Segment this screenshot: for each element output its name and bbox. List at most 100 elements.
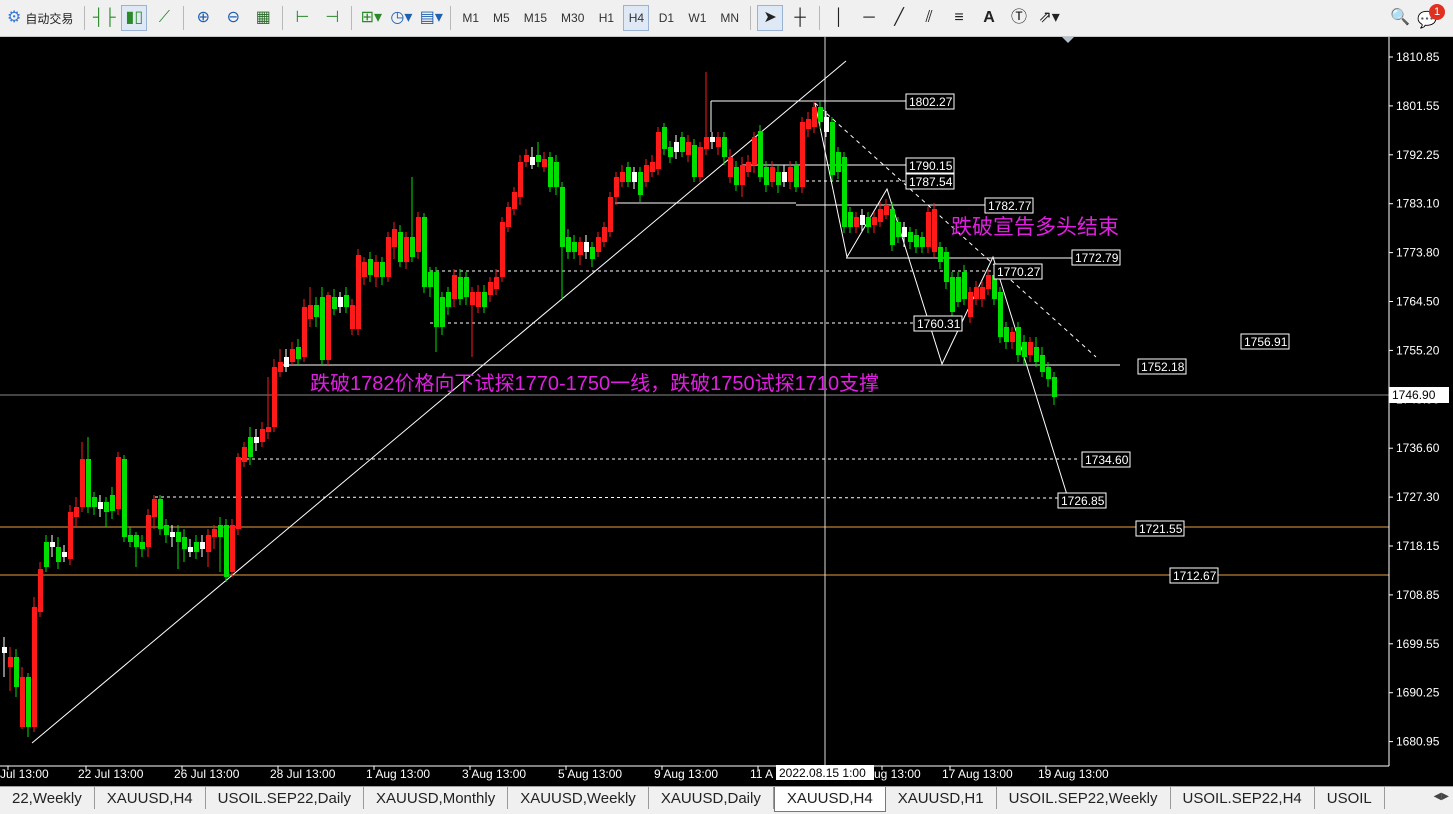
timeframe-h1[interactable]: H1 [593, 5, 619, 31]
candle [62, 545, 67, 562]
candle [338, 292, 343, 313]
price-tick-label: 1801.55 [1396, 99, 1440, 113]
bar-chart-button[interactable]: ┤├ [91, 5, 117, 31]
chart-tab[interactable]: USOIL.SEP22,Weekly [997, 787, 1171, 809]
candle [206, 529, 211, 567]
line-chart-button[interactable]: ⟋ [151, 5, 177, 31]
candle [608, 192, 613, 237]
candle [1022, 335, 1027, 365]
tile-windows-button[interactable]: ▦ [250, 5, 276, 31]
candle [1052, 372, 1057, 405]
timeframe-h4[interactable]: H4 [623, 5, 650, 31]
chart-tab[interactable]: XAUUSD,H4 [773, 787, 886, 812]
candle [74, 497, 79, 527]
chart-tab[interactable]: USOIL [1315, 787, 1385, 809]
time-tick-label: 17 Aug 13:00 [942, 767, 1013, 781]
annotation-bull-end[interactable]: 跌破宣告多头结束 [951, 216, 1119, 239]
timeframe-bar: M1 M5 M15 M30 H1 H4 D1 W1 MN [455, 5, 746, 31]
timeframe-m15[interactable]: M15 [519, 5, 552, 31]
chart-tab[interactable]: USOIL.SEP22,Daily [206, 787, 365, 809]
zoom-in-button[interactable]: ⊕ [190, 5, 216, 31]
candle [800, 117, 805, 193]
candle [482, 285, 487, 313]
vertical-line-button[interactable]: │ [826, 5, 852, 31]
notification-button[interactable]: 💬 1 [1417, 4, 1445, 30]
tab-scroll-arrows[interactable]: ◀▶ [1434, 791, 1449, 802]
text-label-button[interactable]: Ⓣ [1006, 5, 1032, 31]
candle [1004, 322, 1009, 349]
indicators-button[interactable]: ⊞▾ [358, 5, 384, 31]
trendline-button[interactable]: ╱ [886, 5, 912, 31]
time-tick-label: Jul 13:00 [0, 767, 49, 781]
candle [260, 422, 265, 447]
fibonacci-button[interactable]: ≡ [946, 5, 972, 31]
level-label: 1712.67 [1173, 569, 1217, 583]
candle [224, 519, 229, 582]
zoom-out-button[interactable]: ⊖ [220, 5, 246, 31]
candle [734, 161, 739, 191]
chart-tab[interactable]: XAUUSD,H1 [886, 787, 997, 809]
chart-tab[interactable]: USOIL.SEP22,H4 [1171, 787, 1315, 809]
arrows-button[interactable]: ⇗▾ [1036, 5, 1062, 31]
timeframe-mn[interactable]: MN [715, 5, 744, 31]
time-axis: Jul 13:00 22 Jul 13:00 26 Jul 13:00 28 Jul … [0, 765, 1109, 781]
candle [548, 152, 553, 192]
toolbar-separator [450, 6, 452, 30]
candle [848, 207, 853, 233]
chart-tab[interactable]: XAUUSD,Daily [649, 787, 774, 809]
candle [422, 213, 427, 293]
crosshair-icon: ┼ [794, 9, 806, 26]
timeframe-d1[interactable]: D1 [653, 5, 679, 31]
level-label: 1770.27 [997, 265, 1041, 279]
periods-button[interactable]: ◷▾ [388, 5, 414, 31]
candle [434, 267, 439, 352]
timeframe-m30[interactable]: M30 [556, 5, 589, 31]
tile-windows-icon: ▦ [255, 9, 271, 26]
horizontal-line-button[interactable]: ─ [856, 5, 882, 31]
chart-tab[interactable]: XAUUSD,Weekly [508, 787, 649, 809]
templates-button[interactable]: ▤▾ [418, 5, 444, 31]
candle [494, 269, 499, 295]
text-button[interactable]: A [976, 5, 1002, 31]
candle [164, 519, 169, 543]
time-tick-label: 9 Aug 13:00 [654, 767, 718, 781]
price-tick-label: 1792.25 [1396, 148, 1440, 162]
candle [518, 155, 523, 205]
time-tick-label: 1 Aug 13:00 [366, 767, 430, 781]
candle [620, 165, 625, 187]
candle [854, 212, 859, 233]
candle [308, 287, 313, 327]
candle [200, 535, 205, 557]
level-1726-line[interactable] [154, 496, 1069, 499]
price-chart[interactable]: 跌破宣告多头结束 跌破1782价格向下试探1770-1750一线，跌破1750试… [0, 37, 1453, 786]
timeframe-w1[interactable]: W1 [683, 5, 711, 31]
candle [632, 167, 637, 189]
chart-shift-button[interactable]: ⊢ [289, 5, 315, 31]
toolbar-separator [750, 6, 752, 30]
candle [956, 272, 961, 307]
cursor-button[interactable]: ➤ [757, 5, 784, 31]
candle [326, 292, 331, 365]
search-button[interactable]: 🔍 [1387, 5, 1413, 31]
candle [566, 229, 571, 259]
candlestick-button[interactable]: ▮▯ [121, 5, 148, 31]
candle [614, 172, 619, 205]
timeframe-m1[interactable]: M1 [457, 5, 484, 31]
chart-tab[interactable]: 22,Weekly [0, 787, 95, 809]
chart-tab[interactable]: XAUUSD,Monthly [364, 787, 509, 809]
level-label: 1760.31 [917, 317, 961, 331]
chart-window[interactable]: 跌破宣告多头结束 跌破1782价格向下试探1770-1750一线，跌破1750试… [0, 37, 1453, 786]
timeframe-m5[interactable]: M5 [488, 5, 515, 31]
crosshair-button[interactable]: ┼ [787, 5, 813, 31]
candle [740, 157, 745, 197]
chart-tab[interactable]: XAUUSD,H4 [95, 787, 206, 809]
auto-scroll-button[interactable]: ⊣ [319, 5, 345, 31]
annotation-main[interactable]: 跌破1782价格向下试探1770-1750一线，跌破1750试探1710支撑 [310, 372, 879, 395]
equidistant-channel-button[interactable]: ⫽ [916, 5, 942, 31]
candle [8, 647, 13, 691]
candle [590, 242, 595, 267]
auto-trade-button[interactable]: ⚙ 自动交易 [2, 5, 78, 31]
candle [38, 562, 43, 617]
candle [644, 159, 649, 187]
candle [506, 202, 511, 232]
